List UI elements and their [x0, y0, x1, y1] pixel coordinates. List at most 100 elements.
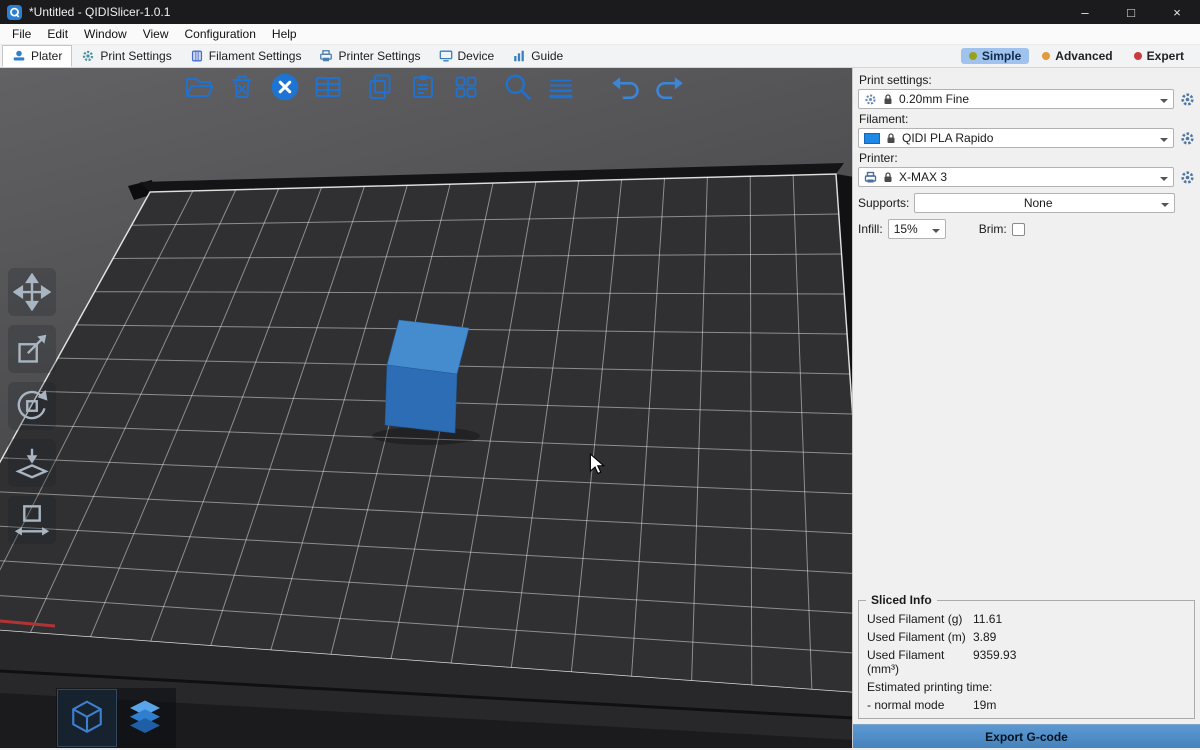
- arrange-icon: [312, 71, 344, 103]
- move-icon: [13, 273, 51, 311]
- tab-printer-settings[interactable]: Printer Settings: [310, 45, 429, 67]
- place-on-face-icon: [13, 444, 51, 482]
- paste-button[interactable]: [406, 70, 440, 104]
- sliced-info-row: Used Filament (g) 11.61: [859, 610, 1194, 628]
- arrange-button[interactable]: [311, 70, 345, 104]
- filament-color-swatch: [864, 133, 880, 144]
- mode-expert[interactable]: Expert: [1126, 48, 1192, 64]
- scale-icon: [13, 330, 51, 368]
- open-folder-icon: [183, 71, 215, 103]
- menu-edit[interactable]: Edit: [39, 27, 76, 41]
- print-bed: [0, 68, 852, 748]
- menubar: File Edit Window View Configuration Help: [0, 24, 1200, 45]
- scale-tool-button[interactable]: [8, 325, 56, 373]
- mode-advanced[interactable]: Advanced: [1034, 48, 1120, 64]
- tab-print-settings[interactable]: Print Settings: [72, 45, 180, 67]
- printer-icon: [319, 49, 333, 63]
- sliced-info-row: Used Filament (m) 3.89: [859, 628, 1194, 646]
- gear-icon: [1180, 131, 1195, 146]
- window-title: *Untitled - QIDISlicer-1.0.1: [29, 5, 170, 19]
- split-to-parts-icon: [450, 71, 482, 103]
- search-button[interactable]: [501, 70, 535, 104]
- paste-icon: [407, 71, 439, 103]
- undo-button[interactable]: [609, 70, 643, 104]
- infill-combo[interactable]: 15%: [888, 219, 946, 239]
- printer-label: Printer:: [859, 151, 1195, 165]
- menu-view[interactable]: View: [135, 27, 177, 41]
- sliced-info-title: Sliced Info: [866, 593, 937, 607]
- sliced-info-panel: Sliced Info Used Filament (g) 11.61 Used…: [858, 600, 1195, 719]
- brim-label: Brim:: [979, 222, 1007, 236]
- tab-device[interactable]: Device: [430, 45, 504, 67]
- search-icon: [501, 70, 535, 104]
- menu-file[interactable]: File: [4, 27, 39, 41]
- redo-button[interactable]: [652, 70, 686, 104]
- delete-icon: [226, 71, 258, 103]
- brim-checkbox[interactable]: [1012, 223, 1025, 236]
- delete-button[interactable]: [225, 70, 259, 104]
- preview-view-button[interactable]: [116, 690, 174, 746]
- sliced-info-row: - normal mode 19m: [859, 696, 1194, 714]
- tab-filament-settings[interactable]: Filament Settings: [181, 45, 311, 67]
- menu-help[interactable]: Help: [264, 27, 305, 41]
- delete-all-button[interactable]: [268, 70, 302, 104]
- tab-label: Plater: [31, 49, 62, 63]
- chevron-down-icon: [1160, 138, 1168, 146]
- variable-layer-height-button[interactable]: [544, 70, 578, 104]
- printer-value: X-MAX 3: [899, 170, 1155, 184]
- window-controls: – □ ×: [1062, 0, 1200, 24]
- move-tool-button[interactable]: [8, 268, 56, 316]
- view-mode-bar: [56, 688, 176, 748]
- titlebar: *Untitled - QIDISlicer-1.0.1 – □ ×: [0, 0, 1200, 24]
- editor-view-button[interactable]: [58, 690, 116, 746]
- 3d-editor-view-icon: [67, 698, 107, 738]
- chevron-down-icon: [1161, 203, 1169, 211]
- mode-label: Expert: [1147, 49, 1184, 63]
- preview-layers-icon: [125, 698, 165, 738]
- gear-icon: [1180, 92, 1195, 107]
- plater-toolbar: [182, 70, 686, 104]
- tab-guide[interactable]: Guide: [503, 45, 572, 67]
- place-on-face-tool-button[interactable]: [8, 439, 56, 487]
- gear-icon: [81, 49, 95, 63]
- print-settings-gear-button[interactable]: [1178, 90, 1196, 108]
- minimize-button[interactable]: –: [1062, 0, 1108, 24]
- chevron-down-icon: [932, 229, 940, 237]
- tabbar: Plater Print Settings Filament Settings …: [0, 45, 1200, 68]
- app-logo-icon: [7, 5, 22, 20]
- device-icon: [439, 49, 453, 63]
- tab-label: Printer Settings: [338, 49, 420, 63]
- close-button[interactable]: ×: [1154, 0, 1200, 24]
- tab-plater[interactable]: Plater: [2, 45, 72, 67]
- print-settings-combo[interactable]: 0.20mm Fine: [858, 89, 1174, 109]
- viewport-3d-scene[interactable]: [0, 68, 852, 748]
- guide-icon: [512, 49, 526, 63]
- printer-gear-button[interactable]: [1178, 168, 1196, 186]
- tab-label: Filament Settings: [209, 49, 302, 63]
- infill-label: Infill:: [858, 222, 883, 236]
- filament-combo[interactable]: QIDI PLA Rapido: [858, 128, 1174, 148]
- copy-icon: [364, 71, 396, 103]
- filament-icon: [190, 49, 204, 63]
- split-to-parts-button[interactable]: [449, 70, 483, 104]
- mode-selector: Simple Advanced Expert: [961, 45, 1200, 67]
- menu-configuration[interactable]: Configuration: [177, 27, 264, 41]
- supports-combo[interactable]: None: [914, 193, 1175, 213]
- filament-value: QIDI PLA Rapido: [902, 131, 1155, 145]
- open-folder-button[interactable]: [182, 70, 216, 104]
- redo-icon: [652, 70, 686, 104]
- chevron-down-icon: [1160, 99, 1168, 107]
- filament-gear-button[interactable]: [1178, 129, 1196, 147]
- printer-mini-icon: [864, 171, 877, 184]
- print-settings-label: Print settings:: [859, 73, 1195, 87]
- export-gcode-button[interactable]: Export G-code: [853, 724, 1200, 748]
- mode-label: Simple: [982, 49, 1021, 63]
- copy-button[interactable]: [363, 70, 397, 104]
- rotate-tool-button[interactable]: [8, 382, 56, 430]
- mode-simple[interactable]: Simple: [961, 48, 1029, 64]
- menu-window[interactable]: Window: [76, 27, 135, 41]
- infill-value: 15%: [894, 222, 927, 236]
- printer-combo[interactable]: X-MAX 3: [858, 167, 1174, 187]
- measure-tool-button[interactable]: [8, 496, 56, 544]
- maximize-button[interactable]: □: [1108, 0, 1154, 24]
